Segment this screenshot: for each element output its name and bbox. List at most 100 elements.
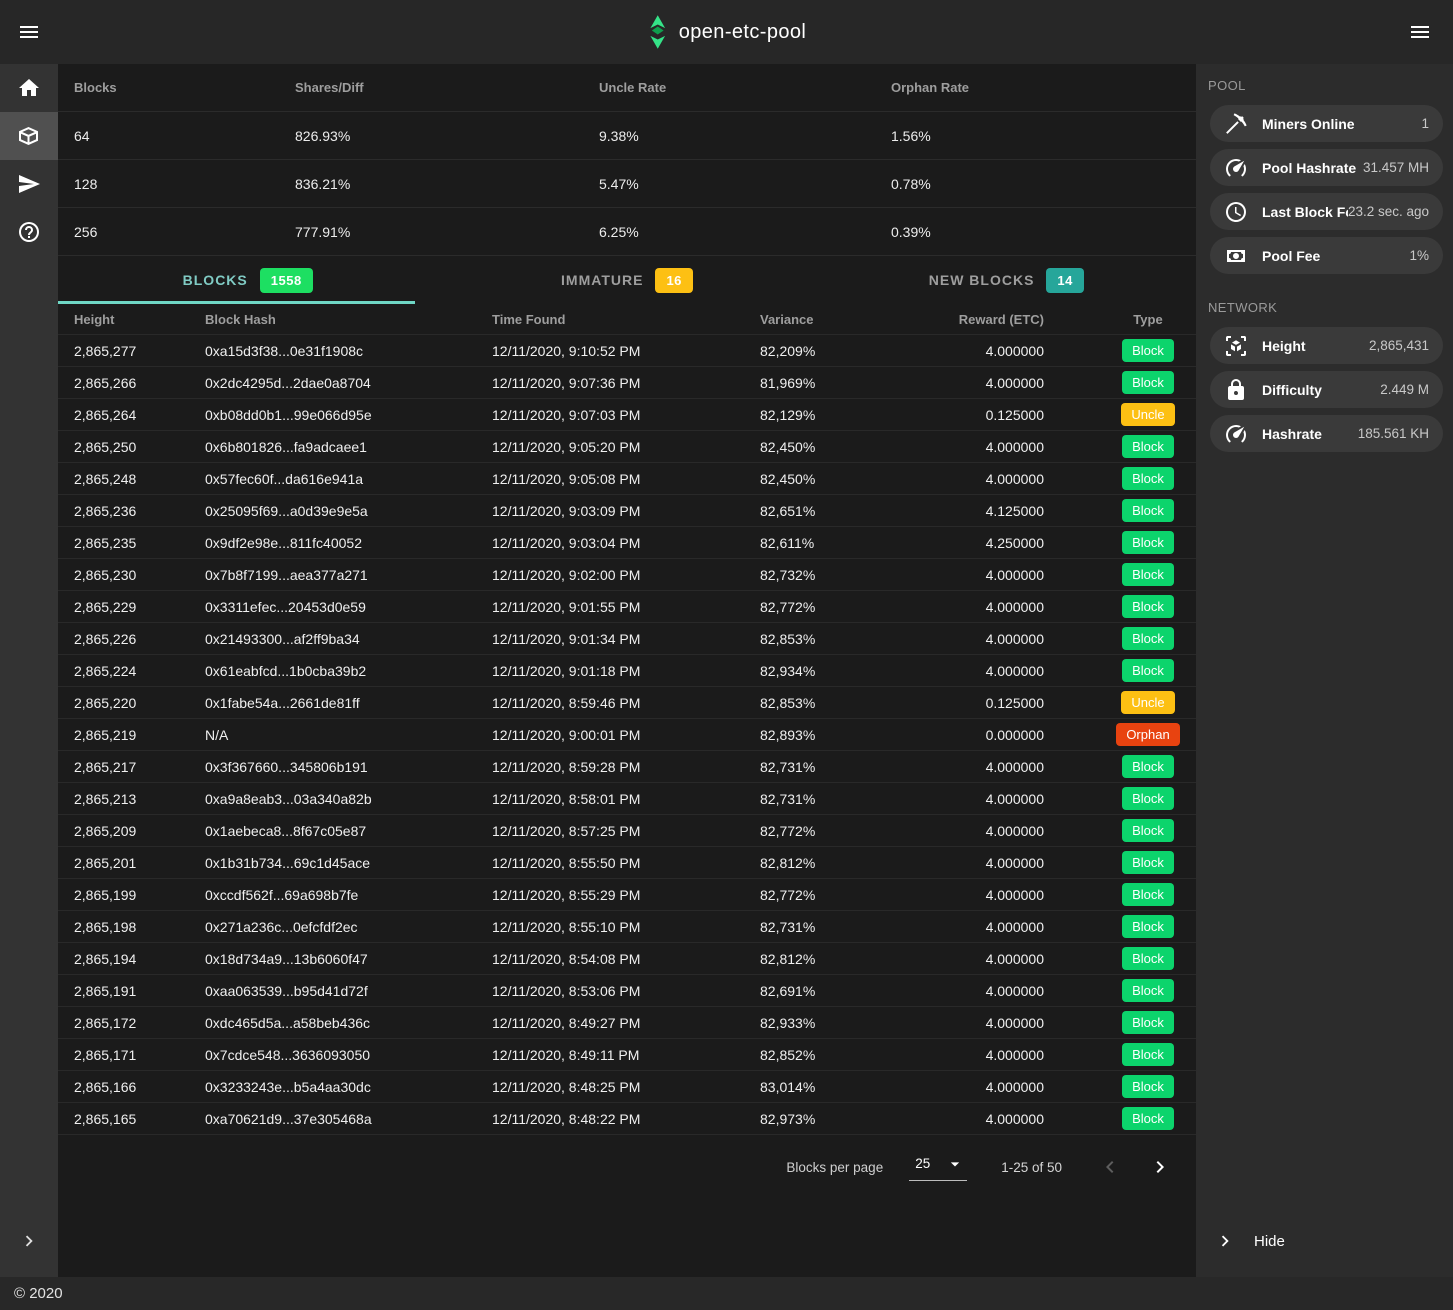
gauge-icon	[1210, 422, 1262, 446]
stat-label: Pool Hashrate	[1262, 160, 1363, 176]
cell-block-hash: 0x1b31b734...69c1d45ace	[205, 855, 492, 871]
type-badge: Block	[1122, 467, 1174, 490]
type-badge: Block	[1122, 563, 1174, 586]
pool-item-pool-fee[interactable]: Pool Fee1%	[1210, 237, 1443, 274]
per-page-select[interactable]: 25	[909, 1154, 967, 1181]
cell-height: 2,865,277	[74, 343, 205, 359]
table-row[interactable]: 2,865,2640xb08dd0b1...99e066d95e12/11/20…	[58, 399, 1196, 431]
nav-payments[interactable]	[0, 160, 58, 208]
blocks-header-row: HeightBlock HashTime FoundVarianceReward…	[58, 304, 1196, 335]
nav-help[interactable]	[0, 208, 58, 256]
table-row[interactable]: 2,865,1720xdc465d5a...a58beb436c12/11/20…	[58, 1007, 1196, 1039]
cell-time-found: 12/11/2020, 9:05:08 PM	[492, 471, 760, 487]
cell-time-found: 12/11/2020, 9:07:03 PM	[492, 407, 760, 423]
table-row[interactable]: 2,865,2350x9df2e98e...811fc4005212/11/20…	[58, 527, 1196, 559]
cell-height: 2,865,250	[74, 439, 205, 455]
cell-variance: 82,934%	[760, 663, 950, 679]
type-badge: Uncle	[1121, 403, 1174, 426]
table-row[interactable]: 2,865,2770xa15d3f38...0e31f1908c12/11/20…	[58, 335, 1196, 367]
cell-block-hash: 0x7b8f7199...aea377a271	[205, 567, 492, 583]
cell-block-hash: 0x61eabfcd...1b0cba39b2	[205, 663, 492, 679]
table-row[interactable]: 2,865,2260x21493300...af2ff9ba3412/11/20…	[58, 623, 1196, 655]
cell-height: 2,865,217	[74, 759, 205, 775]
cell-reward: 0.125000	[950, 407, 1044, 423]
brand: open-etc-pool	[647, 0, 807, 64]
cell-block-hash: 0xccdf562f...69a698b7fe	[205, 887, 492, 903]
menu-right-icon[interactable]	[1398, 10, 1442, 54]
cell-time-found: 12/11/2020, 9:05:20 PM	[492, 439, 760, 455]
nav-blocks[interactable]	[0, 112, 58, 160]
network-item-hashrate[interactable]: Hashrate185.561 KH	[1210, 415, 1443, 452]
prev-page-button[interactable]	[1090, 1147, 1130, 1187]
table-row[interactable]: 2,865,1980x271a236c...0efcfdf2ec12/11/20…	[58, 911, 1196, 943]
page-range: 1-25 of 50	[1001, 1160, 1062, 1175]
cell-reward: 4.000000	[950, 439, 1044, 455]
table-row[interactable]: 2,865,2090x1aebeca8...8f67c05e8712/11/20…	[58, 815, 1196, 847]
table-row[interactable]: 2,865,2300x7b8f7199...aea377a27112/11/20…	[58, 559, 1196, 591]
cell-time-found: 12/11/2020, 9:00:01 PM	[492, 727, 760, 743]
cell-time-found: 12/11/2020, 9:01:34 PM	[492, 631, 760, 647]
cell-variance: 82,893%	[760, 727, 950, 743]
cell-height: 2,865,226	[74, 631, 205, 647]
pool-item-last-block-fo…[interactable]: Last Block Fo…23.2 sec. ago	[1210, 193, 1443, 230]
type-badge: Orphan	[1116, 723, 1179, 746]
type-badge: Block	[1122, 819, 1174, 842]
table-row[interactable]: 2,865,1990xccdf562f...69a698b7fe12/11/20…	[58, 879, 1196, 911]
left-nav-expand[interactable]	[0, 1217, 58, 1265]
tab-label: NEW BLOCKS	[929, 272, 1035, 288]
stats-cell: 1.56%	[891, 128, 1196, 144]
table-row[interactable]: 2,865,1650xa70621d9...37e305468a12/11/20…	[58, 1103, 1196, 1135]
type-badge: Block	[1122, 1043, 1174, 1066]
table-row[interactable]: 2,865,2130xa9a8eab3...03a340a82b12/11/20…	[58, 783, 1196, 815]
table-row[interactable]: 2,865,1910xaa063539...b95d41d72f12/11/20…	[58, 975, 1196, 1007]
menu-icon[interactable]	[7, 10, 51, 54]
table-row[interactable]: 2,865,2480x57fec60f...da616e941a12/11/20…	[58, 463, 1196, 495]
cell-variance: 82,772%	[760, 823, 950, 839]
left-nav	[0, 64, 58, 1277]
cell-block-hash: 0xb08dd0b1...99e066d95e	[205, 407, 492, 423]
cell-reward: 4.000000	[950, 887, 1044, 903]
table-row[interactable]: 2,865,219N/A12/11/2020, 9:00:01 PM82,893…	[58, 719, 1196, 751]
tab-blocks[interactable]: BLOCKS 1558	[58, 256, 437, 304]
cell-height: 2,865,220	[74, 695, 205, 711]
table-row[interactable]: 2,865,2200x1fabe54a...2661de81ff12/11/20…	[58, 687, 1196, 719]
table-row[interactable]: 2,865,1940x18d734a9...13b6060f4712/11/20…	[58, 943, 1196, 975]
pickaxe-icon	[1210, 112, 1262, 136]
pool-item-miners-online[interactable]: Miners Online1	[1210, 105, 1443, 142]
network-item-difficulty[interactable]: Difficulty2.449 M	[1210, 371, 1443, 408]
stat-value: 185.561 KH	[1358, 426, 1443, 441]
tab-immature[interactable]: IMMATURE16	[437, 256, 816, 304]
stat-label: Pool Fee	[1262, 248, 1409, 264]
nav-home[interactable]	[0, 64, 58, 112]
pool-item-pool-hashrate[interactable]: Pool Hashrate31.457 MH	[1210, 149, 1443, 186]
table-row[interactable]: 2,865,2500x6b801826...fa9adcaee112/11/20…	[58, 431, 1196, 463]
table-row[interactable]: 2,865,2010x1b31b734...69c1d45ace12/11/20…	[58, 847, 1196, 879]
network-item-height[interactable]: Height2,865,431	[1210, 327, 1443, 364]
tab-count-badge: 16	[655, 268, 692, 293]
cell-block-hash: 0x271a236c...0efcfdf2ec	[205, 919, 492, 935]
stat-label: Height	[1262, 338, 1369, 354]
table-row[interactable]: 2,865,2290x3311efec...20453d0e5912/11/20…	[58, 591, 1196, 623]
cell-block-hash: 0xa70621d9...37e305468a	[205, 1111, 492, 1127]
tab-count-badge: 1558	[260, 268, 313, 293]
tab-label: BLOCKS	[183, 272, 248, 288]
cell-time-found: 12/11/2020, 8:57:25 PM	[492, 823, 760, 839]
table-row[interactable]: 2,865,2660x2dc4295d...2dae0a870412/11/20…	[58, 367, 1196, 399]
cell-time-found: 12/11/2020, 9:03:04 PM	[492, 535, 760, 551]
table-row[interactable]: 2,865,2240x61eabfcd...1b0cba39b212/11/20…	[58, 655, 1196, 687]
type-badge: Block	[1122, 1107, 1174, 1130]
table-row[interactable]: 2,865,2170x3f367660...345806b19112/11/20…	[58, 751, 1196, 783]
next-page-button[interactable]	[1140, 1147, 1180, 1187]
table-row[interactable]: 2,865,1710x7cdce548...363609305012/11/20…	[58, 1039, 1196, 1071]
stats-cell: 128	[74, 176, 295, 192]
cell-variance: 82,853%	[760, 631, 950, 647]
cell-height: 2,865,166	[74, 1079, 205, 1095]
hide-sidebar-button[interactable]: Hide	[1196, 1217, 1453, 1265]
cell-time-found: 12/11/2020, 8:59:46 PM	[492, 695, 760, 711]
table-row[interactable]: 2,865,2360x25095f69...a0d39e9e5a12/11/20…	[58, 495, 1196, 527]
cube-icon	[17, 124, 41, 148]
blocks-table: HeightBlock HashTime FoundVarianceReward…	[58, 304, 1196, 1135]
tab-new-blocks[interactable]: NEW BLOCKS14	[817, 256, 1196, 304]
table-row[interactable]: 2,865,1660x3233243e...b5a4aa30dc12/11/20…	[58, 1071, 1196, 1103]
cell-variance: 81,969%	[760, 375, 950, 391]
